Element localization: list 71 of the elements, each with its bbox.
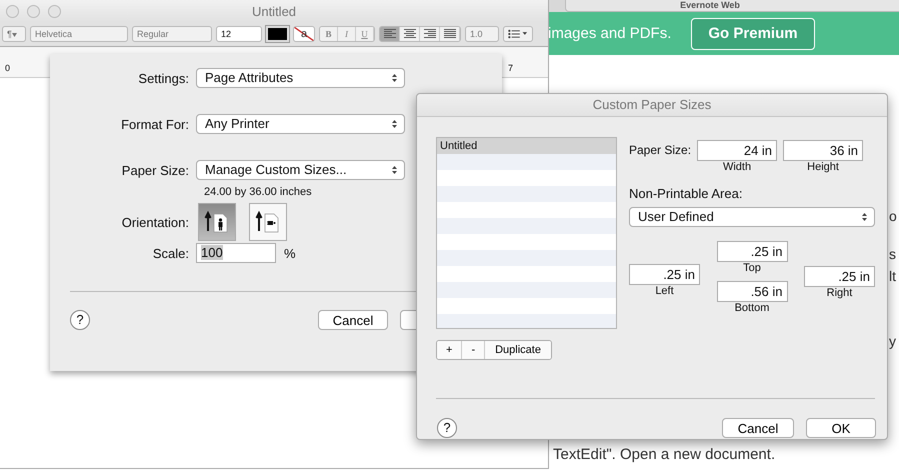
dropdown[interactable]: Any Printer <box>196 114 405 134</box>
list-button[interactable]: Duplicate <box>485 341 551 359</box>
list-button[interactable]: - <box>462 341 486 359</box>
typeface-popup[interactable]: Regular <box>132 26 212 42</box>
top-margin-field[interactable]: .25 in <box>716 241 788 262</box>
dialog-button[interactable]: Cancel <box>722 418 794 438</box>
dropdown[interactable]: Page Attributes <box>196 68 405 88</box>
font-popup[interactable]: Helvetica <box>30 26 128 42</box>
unit-label: % <box>284 246 296 260</box>
dialog-button[interactable]: OK <box>806 418 876 438</box>
bulleted-list-icon <box>508 29 528 39</box>
field-label: Orientation: <box>120 214 189 230</box>
banner-text: images and PDFs. <box>548 25 672 42</box>
width-field[interactable]: 24 in <box>697 140 778 161</box>
field-label: Paper Size: <box>120 162 189 178</box>
font-size-field[interactable]: 12 <box>216 26 262 42</box>
help-button[interactable]: ? <box>437 418 457 438</box>
page-text: TextEdit". Open a new document. <box>553 446 776 463</box>
alignment-icon <box>442 28 458 40</box>
list-popup[interactable] <box>503 26 533 42</box>
page-text: lt <box>889 268 896 284</box>
text-color-swatch[interactable] <box>266 26 289 42</box>
page-text: o <box>889 208 897 224</box>
updown-arrows-icon <box>391 73 398 83</box>
bottom-margin-field[interactable]: .56 in <box>716 281 788 302</box>
paper-size-note: 24.00 by 36.00 inches <box>204 186 313 198</box>
browser-tab[interactable]: Evernote Web <box>565 0 899 12</box>
page-text: s <box>889 246 896 262</box>
field-caption: Top <box>743 262 761 275</box>
right-margin-field[interactable]: .25 in <box>804 266 875 286</box>
alignment-icon <box>382 28 398 40</box>
alignment-icon <box>422 28 438 40</box>
portrait-page-icon <box>204 209 230 235</box>
field-label: Settings: <box>137 70 189 86</box>
field-label: Scale: <box>152 246 189 260</box>
paragraph-style-popup[interactable]: ¶ <box>2 26 26 42</box>
updown-arrows-icon <box>861 212 868 222</box>
field-caption: Bottom <box>734 302 770 315</box>
field-label: Paper Size: <box>629 143 692 157</box>
section-label: Non-Printable Area: <box>629 186 744 201</box>
list-button[interactable]: + <box>437 341 462 359</box>
dialog-title: Custom Paper Sizes <box>417 94 887 117</box>
updown-arrows-icon <box>391 119 398 129</box>
alignment-icon <box>402 28 418 40</box>
line-spacing-popup[interactable]: 1.0 <box>465 26 499 42</box>
alignment-button[interactable] <box>420 27 440 41</box>
list-item[interactable]: Untitled <box>437 138 616 154</box>
field-caption: Left <box>655 285 674 298</box>
portrait-button[interactable] <box>198 203 236 241</box>
landscape-button[interactable] <box>249 203 287 241</box>
window-title: Untitled <box>250 4 298 18</box>
dropdown[interactable]: User Defined <box>629 207 875 227</box>
left-margin-field[interactable]: .25 in <box>629 264 700 285</box>
updown-arrows-icon <box>391 165 398 175</box>
height-field[interactable]: 36 in <box>783 140 864 161</box>
page-text: y <box>889 333 896 349</box>
alignment-button[interactable] <box>400 27 420 41</box>
field-label: Format For: <box>120 116 189 132</box>
help-button[interactable]: ? <box>70 310 90 330</box>
landscape-page-icon <box>255 209 281 235</box>
cancel-button[interactable]: Cancel <box>318 310 388 330</box>
ruler-label: 7 <box>508 63 514 73</box>
caret-icon <box>12 33 17 37</box>
alignment-button[interactable] <box>440 27 460 41</box>
scale-field[interactable]: 100 <box>196 243 276 263</box>
dropdown[interactable]: Manage Custom Sizes... <box>196 160 405 180</box>
field-caption: Right <box>826 286 852 300</box>
field-caption: Height <box>807 161 839 174</box>
field-caption: Width <box>722 161 752 174</box>
alignment-button[interactable] <box>380 27 400 41</box>
ruler-label: 0 <box>5 63 10 73</box>
